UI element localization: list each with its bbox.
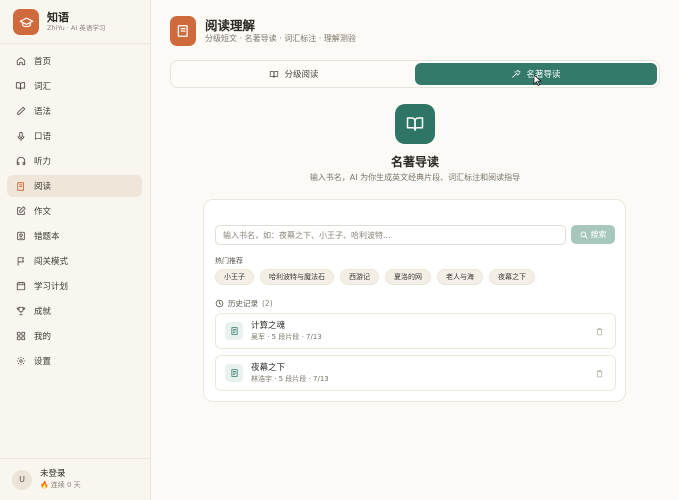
sidebar-item-plan[interactable]: 学习计划 <box>7 275 142 297</box>
user-name: 未登录 <box>40 469 66 479</box>
search-button[interactable]: 搜索 <box>571 225 615 244</box>
trash-icon[interactable] <box>595 369 604 378</box>
document-icon <box>225 364 243 382</box>
brand-subtitle: ZhiYu · AI 英语学习 <box>47 24 106 32</box>
hero-subtitle: 输入书名，AI 为你生成英文经典片段、词汇标注和阅读指导 <box>309 173 521 182</box>
home-icon <box>15 56 26 67</box>
history-count: (2) <box>262 299 273 308</box>
book-open-icon <box>269 70 279 79</box>
calendar-icon <box>15 281 26 292</box>
search-icon <box>580 231 588 239</box>
history-item[interactable]: 夜幕之下 林浩宇 · 5 段片段 · 7/13 <box>215 355 616 391</box>
brand-name: 知语 <box>47 11 69 24</box>
hot-tag[interactable]: 哈利波特与魔法石 <box>260 269 334 285</box>
tab-label: 名著导读 <box>526 70 561 80</box>
hero-title: 名著导读 <box>390 155 439 169</box>
page-subtitle: 分级短文 · 名著导读 · 词汇标注 · 理解测验 <box>205 34 356 43</box>
history-item-title: 计算之魂 <box>251 321 286 331</box>
search-button-label: 搜索 <box>590 230 607 239</box>
sidebar-item-label: 学习计划 <box>34 282 69 292</box>
avatar: U <box>12 469 32 490</box>
sidebar-item-label: 闯关模式 <box>34 257 69 267</box>
sidebar-item-label: 我的 <box>34 332 52 342</box>
grid-icon <box>15 331 26 342</box>
sidebar-item-label: 词汇 <box>34 82 52 92</box>
hot-tag[interactable]: 老人与海 <box>437 269 483 285</box>
sidebar-item-label: 设置 <box>34 357 52 367</box>
flame-icon: 🔥 <box>40 481 49 489</box>
book-open-icon <box>15 81 26 92</box>
sidebar-item-label: 错题本 <box>34 232 60 242</box>
classics-card: 搜索 热门推荐 小王子 哈利波特与魔法石 西游记 夏洛的网 老人与海 夜幕之下 … <box>203 199 626 402</box>
sidebar-item-vocabulary[interactable]: 词汇 <box>7 75 142 97</box>
sidebar-item-challenge[interactable]: 闯关模式 <box>7 250 142 272</box>
pen-icon <box>15 106 26 117</box>
user-profile[interactable]: U 未登录 🔥 连续 0 天 <box>0 458 150 500</box>
mouse-cursor-icon <box>533 74 543 89</box>
brand[interactable]: 知语 ZhiYu · AI 英语学习 <box>0 0 150 36</box>
history-item-title: 夜幕之下 <box>251 363 286 373</box>
book-icon <box>170 16 196 46</box>
sparkles-icon <box>511 69 522 79</box>
sidebar-item-speaking[interactable]: 口语 <box>7 125 142 147</box>
trash-icon[interactable] <box>595 327 604 336</box>
graduation-cap-icon <box>13 9 39 35</box>
hot-tag[interactable]: 夏洛的网 <box>385 269 431 285</box>
microphone-icon <box>15 131 26 142</box>
history-title: 历史记录 <box>228 299 258 308</box>
history-label: 历史记录 (2) <box>215 298 273 309</box>
hot-tag[interactable]: 夜幕之下 <box>489 269 535 285</box>
sidebar-item-grammar[interactable]: 语法 <box>7 100 142 122</box>
sidebar-item-mine[interactable]: 我的 <box>7 325 142 347</box>
sidebar-item-settings[interactable]: 设置 <box>7 350 142 372</box>
sidebar-item-mistakes[interactable]: 错题本 <box>7 225 142 247</box>
flag-icon <box>15 256 26 267</box>
divider <box>0 43 150 44</box>
hot-tags: 小王子 哈利波特与魔法石 西游记 夏洛的网 老人与海 夜幕之下 <box>215 269 541 285</box>
sidebar-item-label: 口语 <box>34 132 52 142</box>
history-item-meta: 林浩宇 · 5 段片段 · 7/13 <box>251 375 329 383</box>
sidebar: 知语 ZhiYu · AI 英语学习 首页 词汇 语法 口语 听力 阅读 作文 … <box>0 0 151 500</box>
document-icon <box>225 322 243 340</box>
history-item-meta: 吴军 · 5 段片段 · 7/13 <box>251 333 322 341</box>
sidebar-item-achievements[interactable]: 成就 <box>7 300 142 322</box>
page-title: 阅读理解 <box>205 18 256 33</box>
streak-text: 连续 0 天 <box>50 481 81 489</box>
sidebar-nav: 首页 词汇 语法 口语 听力 阅读 作文 错题本 闯关模式 学习计划 成就 我的… <box>7 50 142 375</box>
hot-tag[interactable]: 西游记 <box>340 269 379 285</box>
book-search-input[interactable] <box>215 225 566 245</box>
sidebar-item-label: 首页 <box>34 57 52 67</box>
hot-label: 热门推荐 <box>215 257 243 265</box>
clock-icon <box>215 299 224 308</box>
trophy-icon <box>15 306 26 317</box>
tab-label: 分级阅读 <box>284 70 319 80</box>
sidebar-item-label: 作文 <box>34 207 52 217</box>
streak-label: 🔥 连续 0 天 <box>40 480 81 490</box>
hot-tag[interactable]: 小王子 <box>215 269 254 285</box>
sidebar-item-home[interactable]: 首页 <box>7 50 142 72</box>
mode-tabs: 分级阅读 名著导读 <box>170 60 660 88</box>
edit-icon <box>15 206 26 217</box>
sidebar-item-label: 成就 <box>34 307 52 317</box>
book-open-icon <box>395 104 435 144</box>
notebook-icon <box>15 231 26 242</box>
history-item[interactable]: 计算之魂 吴军 · 5 段片段 · 7/13 <box>215 313 616 349</box>
sidebar-item-label: 语法 <box>34 107 52 117</box>
tab-graded-reading[interactable]: 分级阅读 <box>173 63 415 85</box>
gear-icon <box>15 356 26 367</box>
sidebar-item-writing[interactable]: 作文 <box>7 200 142 222</box>
